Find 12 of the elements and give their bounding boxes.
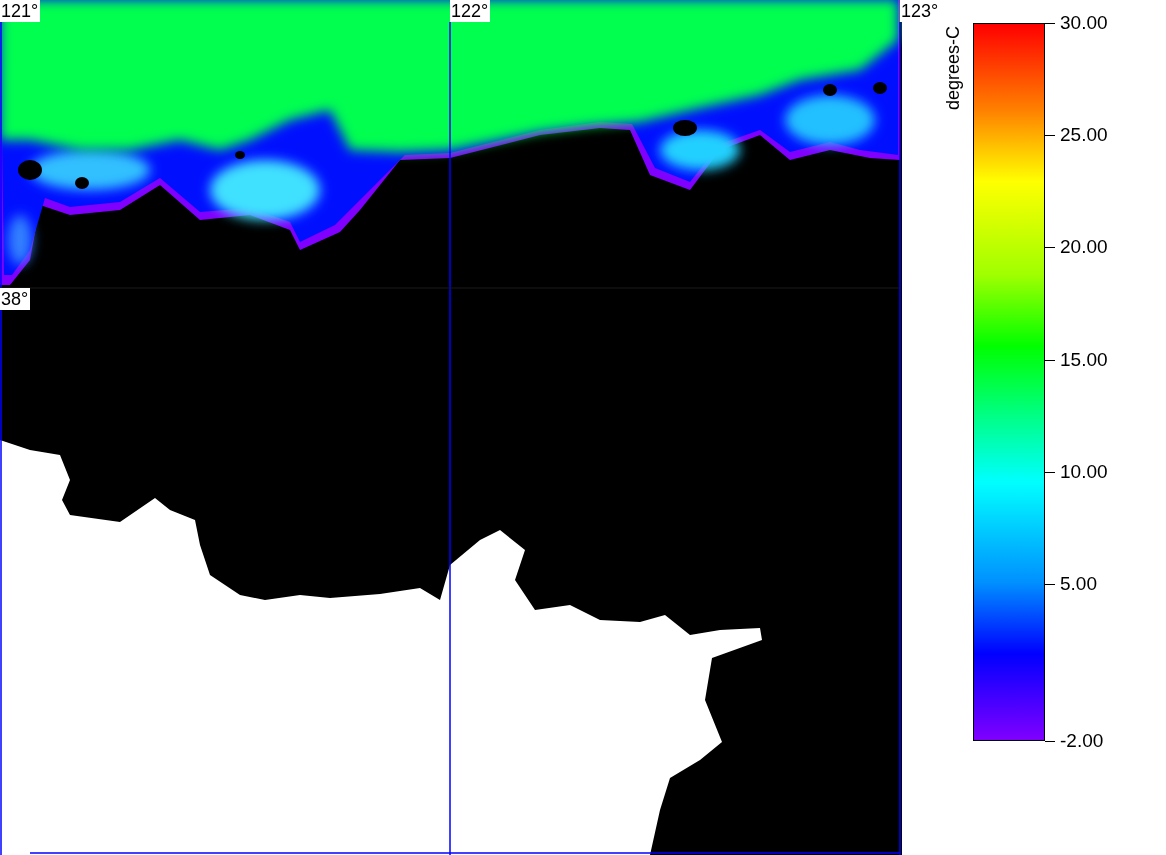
latitude-label: 38° [0,288,31,310]
scale-tick-label: 20.00 [1060,235,1108,260]
scale-tick-label: 10.00 [1060,459,1108,484]
scale-tick-label: -2.00 [1060,729,1104,753]
unit-label: degrees-C [942,25,964,113]
longitude-label: 122° [450,0,491,22]
longitude-label: 121° [0,0,41,22]
scale-tick-label: 30.00 [1060,11,1108,35]
scale-tick-label: 5.00 [1060,571,1097,596]
scale-tick-label: 25.00 [1060,123,1108,148]
scale-tick-label: 15.00 [1060,347,1108,372]
longitude-label: 123° [900,0,941,22]
